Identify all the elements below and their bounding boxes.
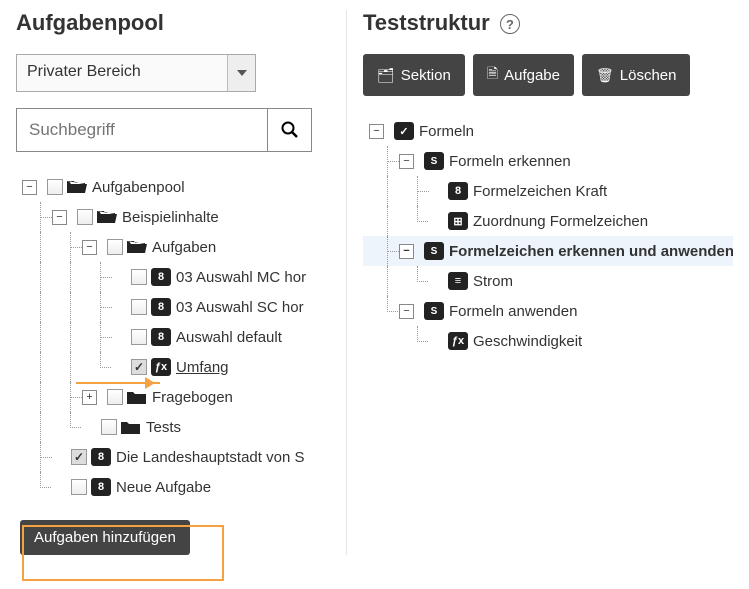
tree-label: 03 Auswahl SC hor: [176, 299, 304, 316]
task-button[interactable]: 🗎Aufgabe: [473, 54, 574, 96]
section-icon: S: [424, 152, 444, 170]
expand-toggle[interactable]: +: [82, 390, 97, 405]
folder-open-icon: [67, 178, 87, 196]
help-icon[interactable]: ?: [500, 14, 520, 34]
area-select[interactable]: Privater Bereich: [16, 54, 256, 92]
pool-tree: − Aufgabenpool − Beispielinhalte: [16, 172, 346, 502]
section-icon: 🗂: [377, 67, 395, 84]
task-icon: 8: [448, 182, 468, 200]
search-input[interactable]: [17, 109, 267, 151]
task-icon: 8: [91, 478, 111, 496]
folder-open-icon: [97, 208, 117, 226]
pool-heading: Aufgabenpool: [16, 10, 346, 36]
tree-label: Aufgaben: [152, 239, 216, 256]
text-icon: ≡: [448, 272, 468, 290]
checkbox[interactable]: [71, 479, 87, 495]
structure-tree: − ✓ Formeln − S Formeln erkennen: [363, 116, 733, 356]
section-icon: S: [424, 242, 444, 260]
checkbox-checked[interactable]: ✓: [71, 449, 87, 465]
tree-label: Neue Aufgabe: [116, 479, 211, 496]
tree-leaf[interactable]: 8 Formelzeichen Kraft: [363, 176, 733, 206]
tree-leaf[interactable]: ≡ Strom: [363, 266, 733, 296]
checkbox[interactable]: [107, 239, 123, 255]
tree-label: Zuordnung Formelzeichen: [473, 213, 648, 230]
collapse-toggle[interactable]: −: [52, 210, 67, 225]
checkbox[interactable]: [101, 419, 117, 435]
search-field[interactable]: [16, 108, 312, 152]
task-icon: 🗎: [487, 63, 498, 87]
chevron-down-icon: [227, 55, 255, 91]
tree-leaf[interactable]: 8 03 Auswahl SC hor: [16, 292, 346, 322]
tree-label: Formeln anwenden: [449, 303, 577, 320]
section-button[interactable]: 🗂Sektion: [363, 54, 465, 96]
tree-label: Formeln erkennen: [449, 153, 571, 170]
tree-label: Formelzeichen erkennen und anwenden: [449, 243, 733, 260]
task-icon: 8: [151, 298, 171, 316]
checkmark-icon: ✓: [394, 122, 414, 140]
tree-label: Tests: [146, 419, 181, 436]
section-icon: S: [424, 302, 444, 320]
checkbox[interactable]: [107, 389, 123, 405]
tree-leaf[interactable]: 8 Neue Aufgabe: [16, 472, 346, 502]
tree-node-root[interactable]: − Aufgabenpool: [16, 172, 346, 202]
area-select-value: Privater Bereich: [17, 55, 227, 91]
tree-leaf[interactable]: 8 03 Auswahl MC hor: [16, 262, 346, 292]
collapse-toggle[interactable]: −: [399, 304, 414, 319]
tree-label: Fragebogen: [152, 389, 233, 406]
tree-leaf-umfang[interactable]: ✓ ƒx Umfang: [16, 352, 346, 382]
tree-label: Formelzeichen Kraft: [473, 183, 607, 200]
tree-leaf[interactable]: ✓ 8 Die Landeshauptstadt von S: [16, 442, 346, 472]
folder-icon: [127, 388, 147, 406]
folder-icon: [121, 418, 141, 436]
collapse-toggle[interactable]: −: [82, 240, 97, 255]
collapse-toggle[interactable]: −: [369, 124, 384, 139]
trash-icon: 🗑: [596, 67, 614, 84]
tree-label: Auswahl default: [176, 329, 282, 346]
tree-node-formeln[interactable]: − ✓ Formeln: [363, 116, 733, 146]
formula-icon: ƒx: [151, 358, 171, 376]
search-icon: [281, 121, 299, 139]
tree-label: Umfang: [176, 359, 229, 376]
tree-label: Beispielinhalte: [122, 209, 219, 226]
collapse-toggle[interactable]: −: [399, 154, 414, 169]
collapse-toggle[interactable]: −: [399, 244, 414, 259]
tree-label: Formeln: [419, 123, 474, 140]
tree-label: Strom: [473, 273, 513, 290]
delete-button[interactable]: 🗑Löschen: [582, 54, 691, 96]
task-icon: 8: [151, 268, 171, 286]
tree-node-tests[interactable]: Tests: [16, 412, 346, 442]
structure-heading: Teststruktur ?: [363, 10, 733, 36]
add-tasks-button[interactable]: Aufgaben hinzufügen: [20, 520, 190, 555]
tree-node-aufgaben[interactable]: − Aufgaben: [16, 232, 346, 262]
checkbox[interactable]: [47, 179, 63, 195]
tree-leaf[interactable]: 8 Auswahl default: [16, 322, 346, 352]
tree-node-beispiel[interactable]: − Beispielinhalte: [16, 202, 346, 232]
tree-label: 03 Auswahl MC hor: [176, 269, 306, 286]
folder-open-icon: [127, 238, 147, 256]
collapse-toggle[interactable]: −: [22, 180, 37, 195]
tree-node-erkennen[interactable]: − S Formeln erkennen: [363, 146, 733, 176]
checkbox[interactable]: [131, 269, 147, 285]
tree-label: Geschwindigkeit: [473, 333, 582, 350]
annotation-arrow: [76, 382, 160, 384]
structure-toolbar: 🗂Sektion 🗎Aufgabe 🗑Löschen: [363, 54, 733, 96]
tree-node-selected[interactable]: − S Formelzeichen erkennen und anwenden: [363, 236, 733, 266]
checkbox[interactable]: [77, 209, 93, 225]
tree-node-anwenden[interactable]: − S Formeln anwenden: [363, 296, 733, 326]
task-icon: 8: [151, 328, 171, 346]
tree-node-fragebogen[interactable]: + Fragebogen: [16, 382, 346, 412]
checkbox[interactable]: [131, 329, 147, 345]
formula-icon: ƒx: [448, 332, 468, 350]
task-icon: 8: [91, 448, 111, 466]
tree-leaf[interactable]: ƒx Geschwindigkeit: [363, 326, 733, 356]
checkbox-checked[interactable]: ✓: [131, 359, 147, 375]
search-button[interactable]: [267, 109, 311, 151]
tree-leaf[interactable]: ⊞ Zuordnung Formelzeichen: [363, 206, 733, 236]
tree-label: Die Landeshauptstadt von S: [116, 449, 304, 466]
matching-icon: ⊞: [448, 212, 468, 230]
checkbox[interactable]: [131, 299, 147, 315]
tree-label: Aufgabenpool: [92, 179, 185, 196]
